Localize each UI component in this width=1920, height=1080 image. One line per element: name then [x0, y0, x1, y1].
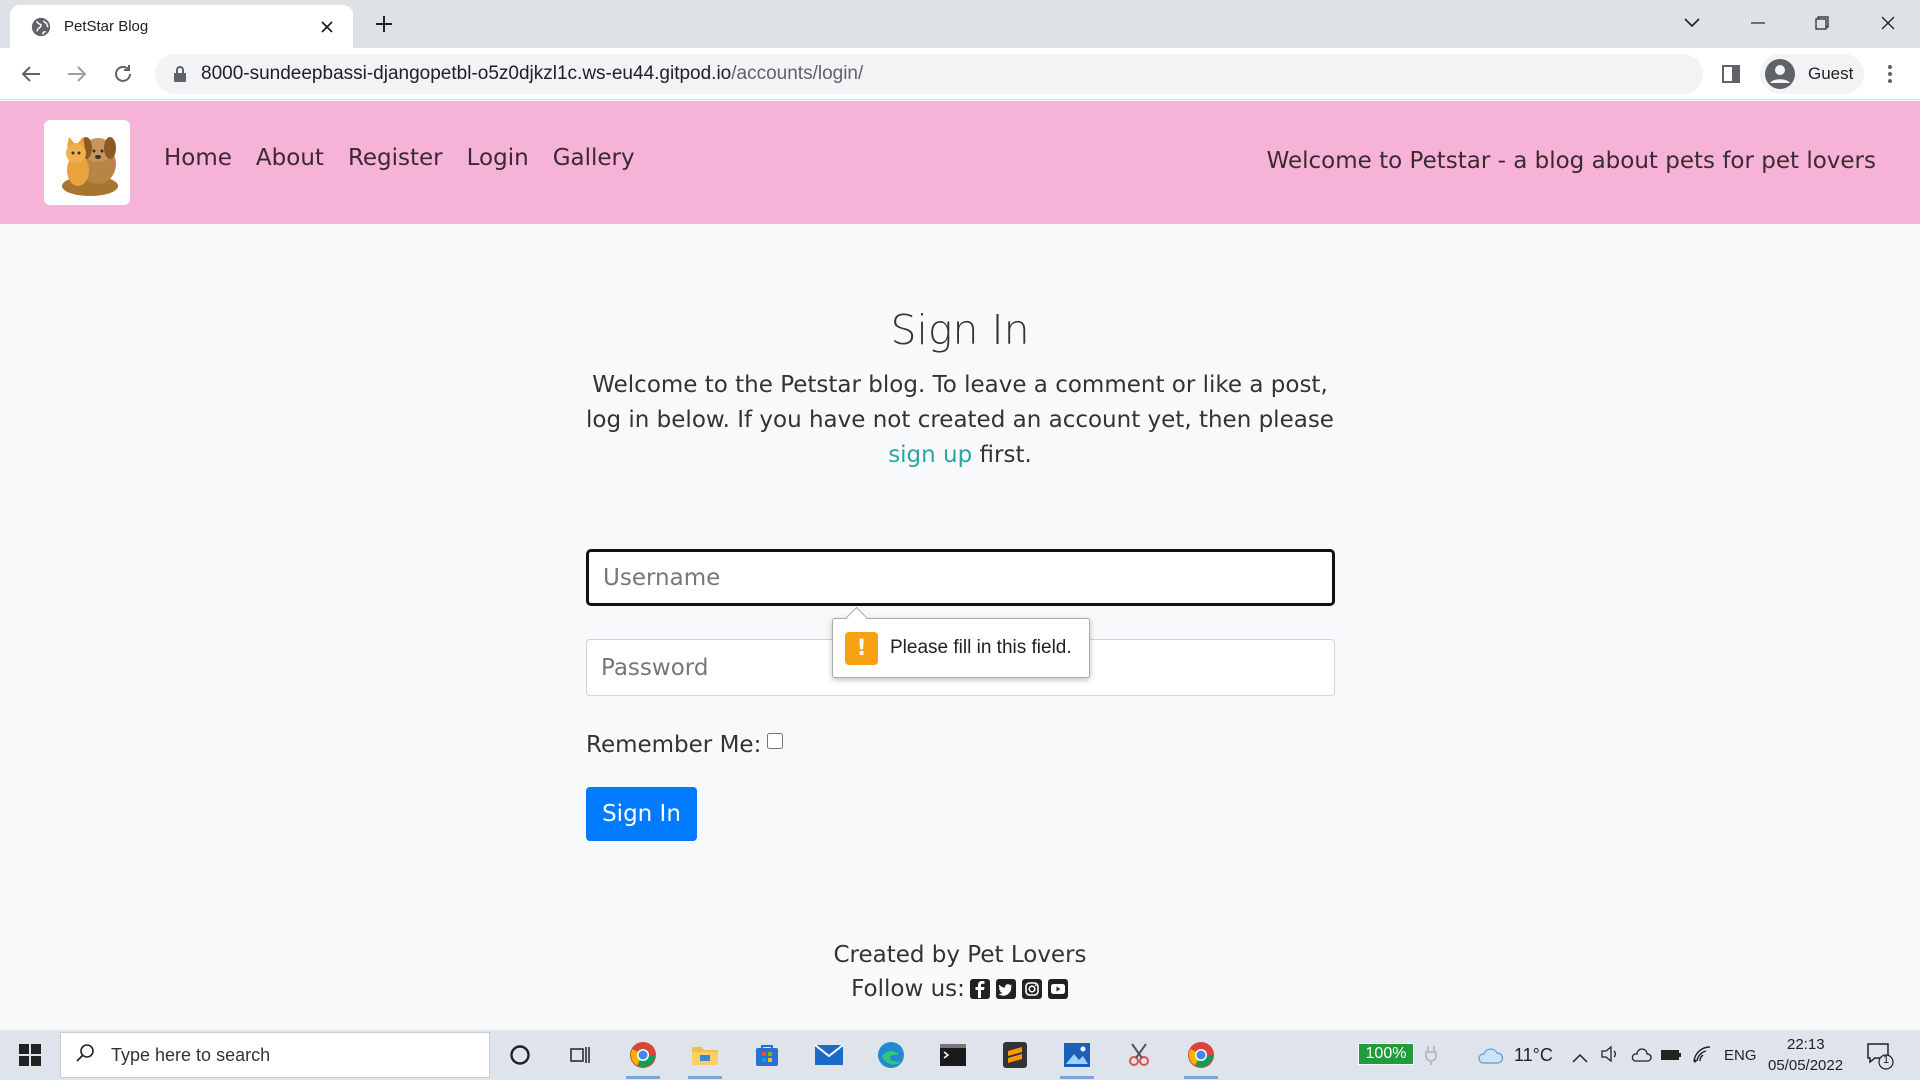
new-tab-icon[interactable] [372, 12, 396, 36]
chrome-taskbar-icon[interactable] [626, 1038, 660, 1079]
edge-icon[interactable] [874, 1038, 908, 1072]
intro-suffix: first. [979, 442, 1032, 468]
sign-in-button[interactable]: Sign In [586, 787, 697, 841]
signup-link[interactable]: sign up [888, 442, 972, 468]
restore-icon[interactable] [1802, 6, 1842, 40]
address-bar[interactable]: 8000-sundeepbassi-djangopetbl-o5z0djkzl1… [155, 54, 1703, 94]
url-text: 8000-sundeepbassi-djangopetbl-o5z0djkzl1… [201, 63, 863, 85]
forward-arrow-icon[interactable] [63, 60, 91, 88]
photos-icon[interactable] [1060, 1038, 1094, 1079]
notification-count: 1 [1883, 1054, 1890, 1066]
nav-links: Home About Register Login Gallery [164, 145, 659, 171]
url-host: 8000-sundeepbassi-djangopetbl-o5z0djkzl1… [201, 63, 732, 84]
terminal-icon[interactable] [936, 1038, 970, 1072]
nav-link-home[interactable]: Home [164, 145, 232, 171]
snipping-tool-icon[interactable] [1122, 1038, 1156, 1072]
tab-search-chevron-icon[interactable] [1672, 6, 1712, 40]
facebook-icon[interactable] [969, 978, 991, 1000]
chrome-active-icon[interactable] [1184, 1038, 1218, 1079]
browser-tab-strip: PetStar Blog [0, 0, 1920, 48]
reload-icon[interactable] [109, 60, 137, 88]
notification-icon[interactable] [1866, 1042, 1896, 1074]
battery-icon[interactable] [1660, 1047, 1682, 1066]
follow-label: Follow us: [851, 976, 965, 1002]
cortana-icon[interactable] [503, 1038, 537, 1072]
profile-button[interactable]: Guest [1760, 54, 1864, 94]
navbar-tagline: Welcome to Petstar - a blog about pets f… [1266, 148, 1876, 174]
nav-link-about[interactable]: About [256, 145, 324, 171]
twitter-icon[interactable] [995, 978, 1017, 1000]
site-navbar: Home About Register Login Gallery Welcom… [0, 101, 1920, 224]
mail-icon[interactable] [812, 1038, 846, 1072]
validation-tooltip: ! Please fill in this field. [832, 618, 1090, 678]
clock-time[interactable]: 22:13 [1787, 1036, 1825, 1053]
wifi-icon[interactable] [1692, 1045, 1712, 1067]
minimize-icon[interactable] [1738, 6, 1778, 40]
page-title: Sign In [890, 306, 1030, 354]
battery-percentage[interactable]: 100% [1358, 1043, 1414, 1065]
browser-tab[interactable]: PetStar Blog [10, 5, 353, 48]
chevron-up-icon[interactable] [1572, 1048, 1588, 1067]
validation-message: Please fill in this field. [890, 637, 1072, 658]
remember-me: Remember Me: [586, 732, 784, 758]
side-panel-icon[interactable] [1718, 61, 1744, 87]
close-window-icon[interactable] [1868, 6, 1908, 40]
avatar-icon [1764, 58, 1796, 90]
close-tab-icon[interactable] [315, 15, 339, 39]
browser-toolbar: 8000-sundeepbassi-djangopetbl-o5z0djkzl1… [0, 48, 1920, 100]
username-input[interactable] [586, 549, 1335, 606]
profile-label: Guest [1808, 64, 1854, 83]
menu-kebab-icon[interactable] [1878, 61, 1902, 87]
file-explorer-icon[interactable] [688, 1038, 722, 1079]
plug-icon [1424, 1044, 1438, 1070]
store-icon[interactable] [750, 1038, 784, 1072]
nav-link-register[interactable]: Register [348, 145, 443, 171]
windows-start-icon[interactable] [12, 1040, 48, 1070]
footer-credit: Created by Pet Lovers [833, 942, 1087, 968]
tab-title: PetStar Blog [64, 18, 149, 35]
warning-icon: ! [845, 631, 878, 665]
nav-link-login[interactable]: Login [467, 145, 529, 171]
url-path: /accounts/login/ [731, 63, 864, 84]
intro-body: Welcome to the Petstar blog. To leave a … [586, 372, 1334, 433]
lock-icon[interactable] [173, 66, 187, 82]
onedrive-icon[interactable] [1630, 1047, 1652, 1066]
site-logo[interactable] [44, 120, 130, 205]
remember-checkbox[interactable] [767, 733, 784, 749]
search-placeholder: Type here to search [111, 1044, 271, 1065]
sublime-icon[interactable] [998, 1038, 1032, 1072]
language-indicator[interactable]: ENG [1724, 1047, 1757, 1064]
footer-follow: Follow us: [0, 976, 1920, 1002]
intro-text: Welcome to the Petstar blog. To leave a … [585, 368, 1335, 473]
nav-link-gallery[interactable]: Gallery [553, 145, 635, 171]
weather-temp[interactable]: 11°C [1514, 1045, 1553, 1066]
back-arrow-icon[interactable] [17, 60, 45, 88]
remember-label: Remember Me: [586, 732, 762, 758]
speaker-icon[interactable] [1600, 1045, 1620, 1067]
task-view-icon[interactable] [563, 1038, 597, 1072]
clock-date[interactable]: 05/05/2022 [1768, 1057, 1843, 1074]
main-content: Sign In Welcome to the Petstar blog. To … [0, 224, 1920, 1030]
windows-taskbar: Type here to search 100% 11°C ENG 22:13 … [0, 1030, 1920, 1080]
search-icon [75, 1043, 95, 1067]
youtube-icon[interactable] [1047, 978, 1069, 1000]
weather-cloud-icon[interactable] [1476, 1045, 1504, 1069]
globe-icon [30, 16, 52, 38]
instagram-icon[interactable] [1021, 978, 1043, 1000]
taskbar-search[interactable]: Type here to search [60, 1032, 490, 1078]
